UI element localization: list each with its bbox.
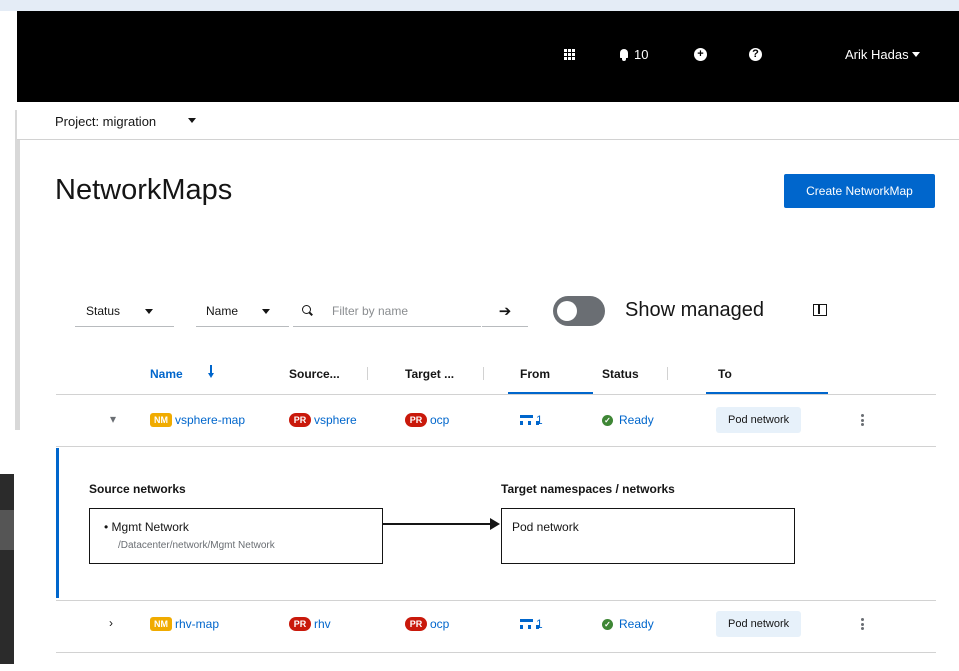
help-button[interactable]: ? — [749, 44, 762, 64]
target-networks-heading: Target namespaces / networks — [501, 482, 675, 496]
mapping-arrow-line — [383, 523, 493, 525]
manage-columns-icon[interactable] — [813, 304, 827, 316]
table-row-source[interactable]: PR vsphere — [289, 410, 357, 430]
user-menu[interactable]: Arik Hadas — [845, 44, 920, 64]
provider-badge: PR — [405, 413, 427, 427]
row-divider — [56, 600, 936, 601]
network-icon — [520, 619, 539, 629]
project-bar: Project: migration — [17, 102, 959, 140]
page-title: NetworkMaps — [55, 174, 233, 206]
show-managed-toggle[interactable] — [553, 296, 605, 326]
toggle-knob — [557, 301, 577, 321]
table-row-target[interactable]: PR ocp — [405, 614, 449, 634]
filter-submit-button[interactable]: ➔ — [482, 295, 528, 327]
arrow-right-icon: ➔ — [498, 302, 512, 320]
screen: 10 + ? Arik Hadas Project: migration Net… — [0, 0, 959, 671]
table-row-from[interactable]: 1 — [520, 614, 543, 634]
sidebar-scroll-edge — [15, 110, 20, 430]
bell-icon — [618, 48, 630, 61]
row-divider — [56, 652, 936, 653]
column-header-target[interactable]: Target ... — [405, 367, 454, 381]
provider-badge: PR — [289, 413, 311, 427]
name-filter-label: Name — [206, 303, 239, 318]
target-network-chip[interactable]: Pod network — [716, 611, 802, 637]
filter-input[interactable]: Filter by name — [293, 295, 481, 327]
caret-down-icon — [262, 309, 270, 314]
status-text: Ready — [619, 617, 654, 631]
table-row-status[interactable]: ✓ Ready — [602, 410, 654, 430]
column-divider — [367, 367, 368, 380]
column-header-from[interactable]: From — [520, 367, 550, 381]
column-header-source[interactable]: Source... — [289, 367, 340, 381]
plus-circle-icon: + — [694, 47, 707, 61]
sort-down-icon[interactable] — [208, 365, 214, 379]
source-network-path: /Datacenter/network/Mgmt Network — [118, 540, 275, 551]
header-divider — [56, 394, 936, 395]
caret-down-icon — [145, 309, 153, 314]
table-row-name[interactable]: NM vsphere-map — [150, 410, 245, 430]
target-network-chip[interactable]: Pod network — [716, 407, 802, 433]
name-filter-dropdown[interactable]: Name — [196, 295, 289, 327]
notification-count: 10 — [634, 46, 649, 62]
column-header-to[interactable]: To — [718, 367, 732, 381]
source-networks-heading: Source networks — [89, 482, 186, 496]
networkmap-name-link[interactable]: rhv-map — [175, 617, 219, 631]
quick-create-button[interactable]: + — [694, 44, 707, 64]
table-row-source[interactable]: PR rhv — [289, 614, 331, 634]
column-divider — [667, 367, 668, 380]
table-row-status[interactable]: ✓ Ready — [602, 614, 654, 634]
background-window-edge — [0, 474, 14, 664]
source-provider-link[interactable]: rhv — [314, 617, 331, 631]
row-collapse-toggle[interactable]: ▾ — [110, 412, 116, 426]
provider-badge: PR — [405, 617, 427, 631]
status-filter-dropdown[interactable]: Status — [75, 295, 174, 327]
source-network-box — [89, 508, 383, 564]
check-circle-icon: ✓ — [602, 618, 613, 630]
source-network-bullet: • Mgmt Network — [104, 520, 189, 534]
check-circle-icon: ✓ — [602, 414, 613, 426]
status-text: Ready — [619, 413, 654, 427]
column-header-status[interactable]: Status — [602, 367, 639, 381]
column-divider — [483, 367, 484, 380]
row-actions-kebab-icon[interactable] — [861, 414, 864, 426]
row-divider — [56, 446, 936, 447]
row-expand-toggle[interactable]: › — [109, 616, 113, 630]
arrow-right-icon — [490, 518, 500, 530]
show-managed-label: Show managed — [625, 299, 764, 321]
status-filter-label: Status — [86, 303, 121, 318]
app-launcher-button[interactable] — [564, 44, 575, 64]
search-icon — [302, 305, 313, 316]
project-selector[interactable]: Project: migration — [55, 114, 156, 129]
caret-down-icon — [911, 51, 920, 57]
column-header-name[interactable]: Name — [150, 367, 183, 381]
filter-placeholder: Filter by name — [332, 303, 409, 318]
target-network-name: Pod network — [512, 520, 579, 534]
masthead: 10 + ? Arik Hadas — [17, 11, 959, 102]
caret-down-icon[interactable] — [188, 118, 196, 123]
user-name: Arik Hadas — [845, 46, 909, 62]
table-row-from[interactable]: 1 — [520, 410, 543, 430]
grid-icon — [564, 48, 575, 60]
networkmap-badge: NM — [150, 413, 172, 427]
create-networkmap-button[interactable]: Create NetworkMap — [784, 174, 935, 208]
provider-badge: PR — [289, 617, 311, 631]
source-network-name: Mgmt Network — [111, 520, 189, 534]
notifications-button[interactable]: 10 — [618, 44, 648, 64]
networkmap-name-link[interactable]: vsphere-map — [175, 413, 245, 427]
table-row-name[interactable]: NM rhv-map — [150, 614, 219, 634]
network-icon — [520, 415, 539, 425]
networkmap-badge: NM — [150, 617, 172, 631]
target-network-box — [501, 508, 795, 564]
row-actions-kebab-icon[interactable] — [861, 618, 864, 630]
target-provider-link[interactable]: ocp — [430, 617, 449, 631]
table-row-target[interactable]: PR ocp — [405, 410, 449, 430]
source-provider-link[interactable]: vsphere — [314, 413, 357, 427]
target-provider-link[interactable]: ocp — [430, 413, 449, 427]
question-circle-icon: ? — [749, 47, 762, 61]
browser-top-strip — [0, 0, 959, 11]
